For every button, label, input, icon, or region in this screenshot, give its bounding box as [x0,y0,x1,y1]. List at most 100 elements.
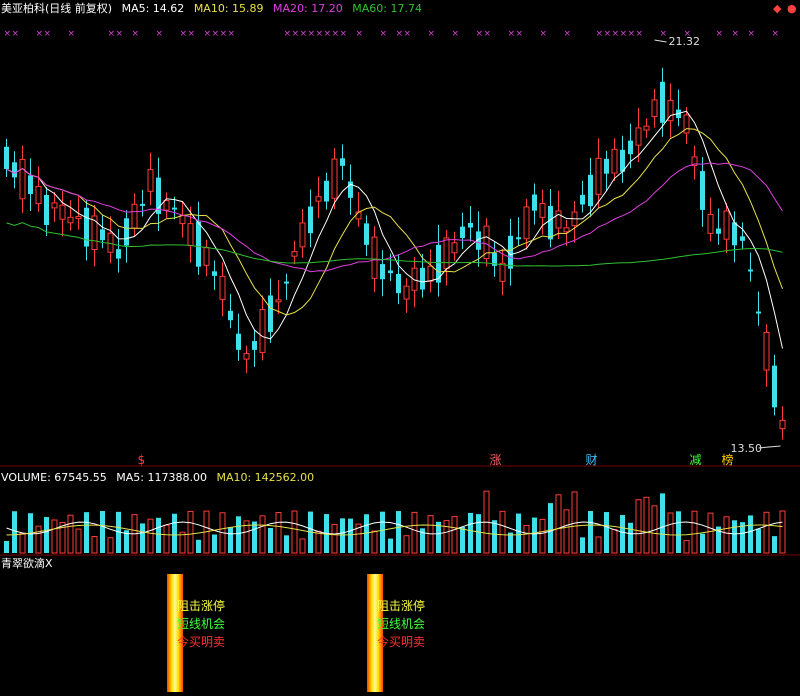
volume-ma10-legend: MA10: 142562.00 [216,471,315,484]
candle-body [707,214,714,234]
volume-bar [91,536,98,554]
volume-bar [595,536,602,554]
candle-body [468,222,473,228]
indicator-panel-header: 青翠欲滴X [1,557,59,571]
signal-text: 阻击涨停 [377,599,426,613]
signal-text: 短线机会 [377,617,426,631]
candle-body [532,194,537,211]
volume-bar [348,518,353,553]
volume-bar [51,519,58,554]
ma5-legend: MA5: 14.62 [121,2,185,15]
volume-bar [340,518,345,553]
candle-body [4,146,9,169]
volume-bar [476,514,481,553]
candle-body [284,281,289,284]
volume-ma10-line [6,524,783,536]
volume-bar [100,511,105,553]
candle-body [203,247,210,266]
volume-bar [275,512,282,554]
candle-body [388,270,393,274]
volume-bar [396,511,401,553]
settings-icon[interactable]: ◆ [773,2,781,15]
volume-bar [707,512,714,554]
volume-bar [539,518,546,554]
volume-bar [44,517,49,553]
volume-bar [291,510,298,554]
candle-body [219,275,226,300]
top-marker: × [156,29,164,39]
volume-bar [388,538,393,553]
volume-bar [19,532,26,554]
stock-title: 美亚柏科(日线 前复权) [1,2,113,15]
top-marker: × [356,29,364,39]
signal-column [167,574,183,692]
top-marker: × [4,29,12,39]
volume-bar [468,512,473,553]
chart-canvas[interactable]: × × × × × × × × × × × × × × × × × × × × × × × × × × × × × × × × × × × × × × × ×… [0,0,800,696]
top-marker: × [612,29,620,39]
candle-body [396,273,401,294]
top-marker: × [636,29,644,39]
candle-body [35,185,42,205]
top-marker: × [332,29,340,39]
price-high-label: 21.32 [669,35,701,48]
top-marker: × [284,29,292,39]
candle-body [131,203,138,229]
volume-bar [252,521,257,553]
candle-body [196,221,201,267]
candle-body [643,125,650,131]
event-tag: $ [138,453,146,467]
candle-body [12,162,17,178]
signal-text: 今买明卖 [177,635,226,649]
candle-body [380,264,385,280]
volume-bar [12,511,17,553]
top-marker: × [476,29,484,39]
ma10-line [6,128,783,316]
top-marker: × [108,29,116,39]
candle-body [403,285,410,300]
event-tag: 减 [690,453,702,467]
candle-body [748,269,753,272]
ma10-legend: MA10: 15.89 [193,2,264,15]
top-marker: × [180,29,188,39]
top-marker: × [516,29,524,39]
top-marker: × [380,29,388,39]
top-marker: × [604,29,612,39]
candle-body [147,169,154,192]
top-marker: × [396,29,404,39]
candle-body [604,158,609,174]
volume-bar [643,496,650,554]
volume-bar [683,540,690,554]
volume-bar [403,535,410,554]
volume-bar [75,528,82,554]
candle-body [628,140,633,155]
candle-body [716,228,721,234]
candle-body [44,194,49,226]
volume-bar [140,523,145,553]
top-marker: × [540,29,548,39]
candle-body [539,203,546,218]
volume-bar [532,517,537,553]
candle-body [172,207,177,210]
top-marker: × [300,29,308,39]
signal-text: 今买明卖 [377,635,426,649]
candle-body [588,174,593,207]
candle-body [420,267,425,290]
top-marker: × [732,29,740,39]
candle-body [555,210,562,229]
price-low-label: 13.50 [731,442,763,455]
close-icon[interactable]: ● [787,2,797,15]
candle-body [236,333,241,350]
volume-bar [763,511,770,554]
volume-bar [380,511,385,553]
volume-bar [620,515,625,553]
volume-bar [35,525,42,554]
candle-body [268,295,273,332]
volume-bar [508,532,513,553]
signal-text: 阻击涨停 [177,599,226,613]
volume-bar [315,530,322,554]
candle-body [660,81,665,123]
top-marker: × [508,29,516,39]
indicator-title: 青翠欲滴X [1,557,53,570]
event-tag: 榜 [722,452,734,467]
